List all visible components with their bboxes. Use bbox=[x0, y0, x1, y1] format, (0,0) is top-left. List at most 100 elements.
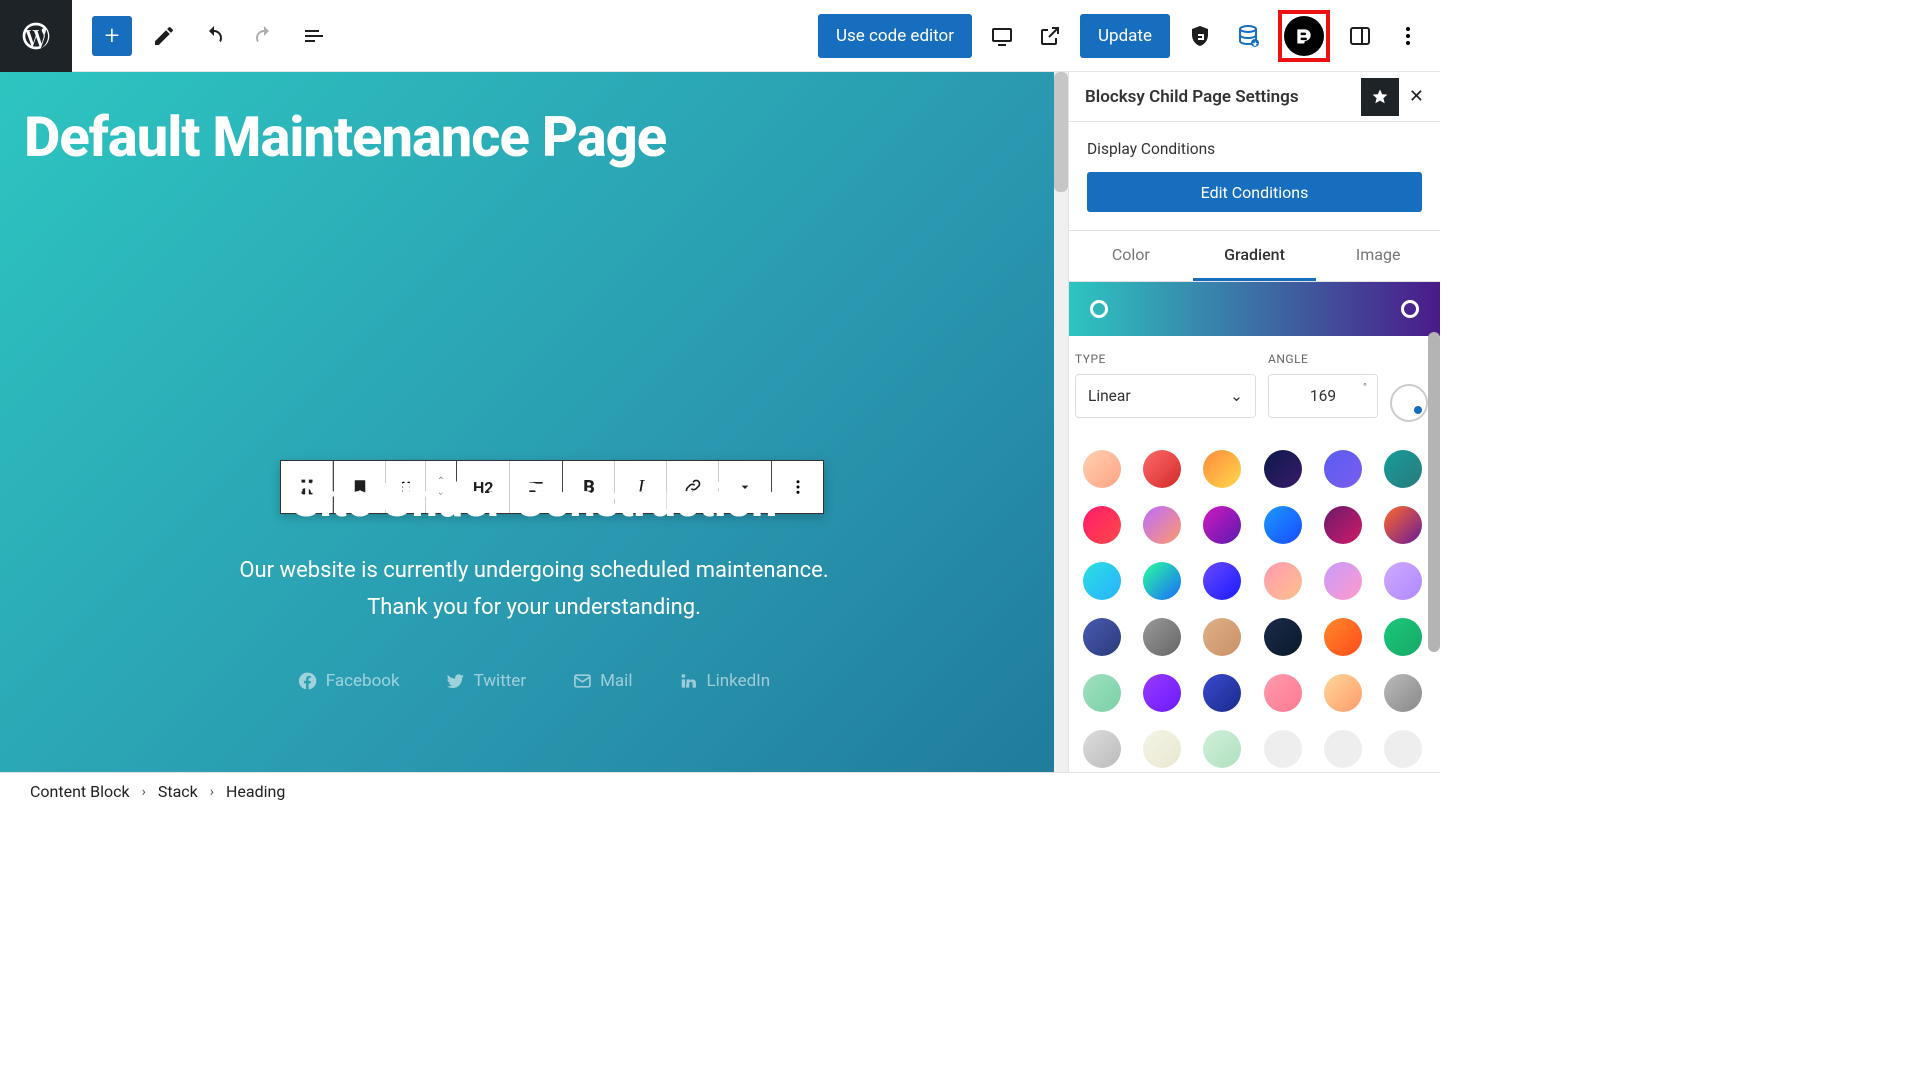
gradient-preset-9[interactable] bbox=[1264, 506, 1302, 544]
gradient-preset-18[interactable] bbox=[1083, 618, 1121, 656]
gradient-bar[interactable] bbox=[1069, 282, 1440, 336]
gradient-stop-left[interactable] bbox=[1090, 300, 1108, 318]
canvas-scrollbar[interactable] bbox=[1054, 72, 1068, 810]
view-button[interactable] bbox=[984, 18, 1020, 54]
undo-icon bbox=[202, 24, 226, 48]
breadcrumb-item[interactable]: Content Block bbox=[30, 782, 130, 801]
settings-sidebar: Blocksy Child Page Settings ✕ Display Co… bbox=[1068, 72, 1440, 810]
gradient-preset-33[interactable] bbox=[1264, 730, 1302, 768]
tab-gradient[interactable]: Gradient bbox=[1193, 231, 1317, 281]
gradient-stop-right[interactable] bbox=[1401, 300, 1419, 318]
degree-icon: ° bbox=[1363, 381, 1367, 394]
star-button[interactable] bbox=[1361, 78, 1399, 116]
database-icon bbox=[1236, 24, 1260, 48]
heading-block[interactable]: Site Under Construction bbox=[53, 474, 1014, 528]
gradient-preset-5[interactable] bbox=[1384, 450, 1422, 488]
gradient-preset-28[interactable] bbox=[1324, 674, 1362, 712]
redo-button[interactable] bbox=[246, 18, 282, 54]
gradient-preset-21[interactable] bbox=[1264, 618, 1302, 656]
gradient-type-select[interactable]: Linear ⌄ bbox=[1075, 374, 1256, 418]
gradient-preset-0[interactable] bbox=[1083, 450, 1121, 488]
gradient-angle-input[interactable]: 169 ° bbox=[1268, 374, 1378, 418]
tab-image[interactable]: Image bbox=[1316, 231, 1440, 281]
gradient-preset-8[interactable] bbox=[1203, 506, 1241, 544]
gradient-preset-2[interactable] bbox=[1203, 450, 1241, 488]
gradient-preset-31[interactable] bbox=[1143, 730, 1181, 768]
database-button[interactable] bbox=[1230, 18, 1266, 54]
gradient-preset-13[interactable] bbox=[1143, 562, 1181, 600]
update-button[interactable]: Update bbox=[1080, 14, 1170, 58]
sidebar-scrollbar[interactable] bbox=[1428, 332, 1440, 746]
social-mail[interactable]: Mail bbox=[572, 671, 632, 691]
edit-conditions-button[interactable]: Edit Conditions bbox=[1087, 172, 1422, 212]
document-overview-button[interactable] bbox=[296, 18, 332, 54]
gradient-preset-35[interactable] bbox=[1384, 730, 1422, 768]
gradient-preset-1[interactable] bbox=[1143, 450, 1181, 488]
gradient-preset-24[interactable] bbox=[1083, 674, 1121, 712]
code-editor-button[interactable]: Use code editor bbox=[818, 14, 972, 58]
undo-button[interactable] bbox=[196, 18, 232, 54]
gradient-preset-7[interactable] bbox=[1143, 506, 1181, 544]
conditions-section: Display Conditions Edit Conditions bbox=[1069, 122, 1440, 230]
editor-canvas[interactable]: Default Maintenance Page ⌃⌄ H2 B I bbox=[0, 72, 1068, 810]
background-tabs: Color Gradient Image bbox=[1069, 230, 1440, 282]
gradient-preset-23[interactable] bbox=[1384, 618, 1422, 656]
conditions-label: Display Conditions bbox=[1087, 140, 1422, 158]
gradient-preset-20[interactable] bbox=[1203, 618, 1241, 656]
gradient-preset-19[interactable] bbox=[1143, 618, 1181, 656]
paragraph-block[interactable]: Our website is currently undergoing sche… bbox=[53, 552, 1014, 627]
top-toolbar: + Use code editor Update bbox=[0, 0, 1440, 72]
add-block-button[interactable]: + bbox=[92, 16, 132, 56]
gradient-preset-17[interactable] bbox=[1384, 562, 1422, 600]
gradient-preset-16[interactable] bbox=[1324, 562, 1362, 600]
main-area: Default Maintenance Page ⌃⌄ H2 B I bbox=[0, 72, 1440, 810]
edit-tool-button[interactable] bbox=[146, 18, 182, 54]
paragraph-line1: Our website is currently undergoing sche… bbox=[239, 558, 828, 583]
tab-color[interactable]: Color bbox=[1069, 231, 1193, 281]
gradient-preset-6[interactable] bbox=[1083, 506, 1121, 544]
gradient-preset-12[interactable] bbox=[1083, 562, 1121, 600]
gradient-preset-3[interactable] bbox=[1264, 450, 1302, 488]
list-icon bbox=[302, 24, 326, 48]
sidebar-header: Blocksy Child Page Settings ✕ bbox=[1069, 72, 1440, 122]
mail-icon bbox=[572, 671, 592, 691]
more-options-button[interactable] bbox=[1390, 18, 1426, 54]
social-twitter[interactable]: Twitter bbox=[446, 671, 526, 691]
breadcrumb-item[interactable]: Stack bbox=[158, 782, 198, 801]
gradient-preset-15[interactable] bbox=[1264, 562, 1302, 600]
gradient-preset-26[interactable] bbox=[1203, 674, 1241, 712]
gradient-preset-14[interactable] bbox=[1203, 562, 1241, 600]
gradient-preset-30[interactable] bbox=[1083, 730, 1121, 768]
gradient-preset-10[interactable] bbox=[1324, 506, 1362, 544]
page-title[interactable]: Default Maintenance Page bbox=[0, 72, 1068, 170]
shield-g-icon bbox=[1188, 24, 1212, 48]
gradient-preset-32[interactable] bbox=[1203, 730, 1241, 768]
breadcrumb-item[interactable]: Heading bbox=[226, 782, 285, 801]
chevron-right-icon: › bbox=[210, 784, 214, 800]
gradient-controls: TYPE Linear ⌄ ANGLE 169 ° bbox=[1069, 336, 1440, 438]
linkedin-icon bbox=[678, 671, 698, 691]
gradient-preset-27[interactable] bbox=[1264, 674, 1302, 712]
wordpress-logo[interactable] bbox=[0, 0, 72, 72]
settings-panel-button[interactable] bbox=[1342, 18, 1378, 54]
gradient-preset-34[interactable] bbox=[1324, 730, 1362, 768]
plugin-g-button[interactable] bbox=[1182, 18, 1218, 54]
social-linkedin[interactable]: LinkedIn bbox=[678, 671, 770, 691]
gradient-preset-25[interactable] bbox=[1143, 674, 1181, 712]
star-icon bbox=[1371, 88, 1389, 106]
gradient-preset-4[interactable] bbox=[1324, 450, 1362, 488]
close-sidebar-button[interactable]: ✕ bbox=[1409, 86, 1424, 107]
chevron-down-icon: ⌄ bbox=[1230, 387, 1243, 405]
open-external-button[interactable] bbox=[1032, 18, 1068, 54]
type-label: TYPE bbox=[1075, 352, 1256, 366]
angle-knob[interactable] bbox=[1390, 384, 1428, 422]
breadcrumb-bar: Content Block › Stack › Heading bbox=[0, 772, 1440, 810]
twitter-icon bbox=[446, 671, 466, 691]
gradient-preset-11[interactable] bbox=[1384, 506, 1422, 544]
gradient-preset-22[interactable] bbox=[1324, 618, 1362, 656]
top-left-tools: + bbox=[72, 16, 332, 56]
social-facebook[interactable]: Facebook bbox=[298, 671, 400, 691]
content-center: Site Under Construction Our website is c… bbox=[53, 474, 1014, 691]
blocksy-settings-button-highlighted[interactable] bbox=[1278, 10, 1330, 62]
gradient-preset-29[interactable] bbox=[1384, 674, 1422, 712]
